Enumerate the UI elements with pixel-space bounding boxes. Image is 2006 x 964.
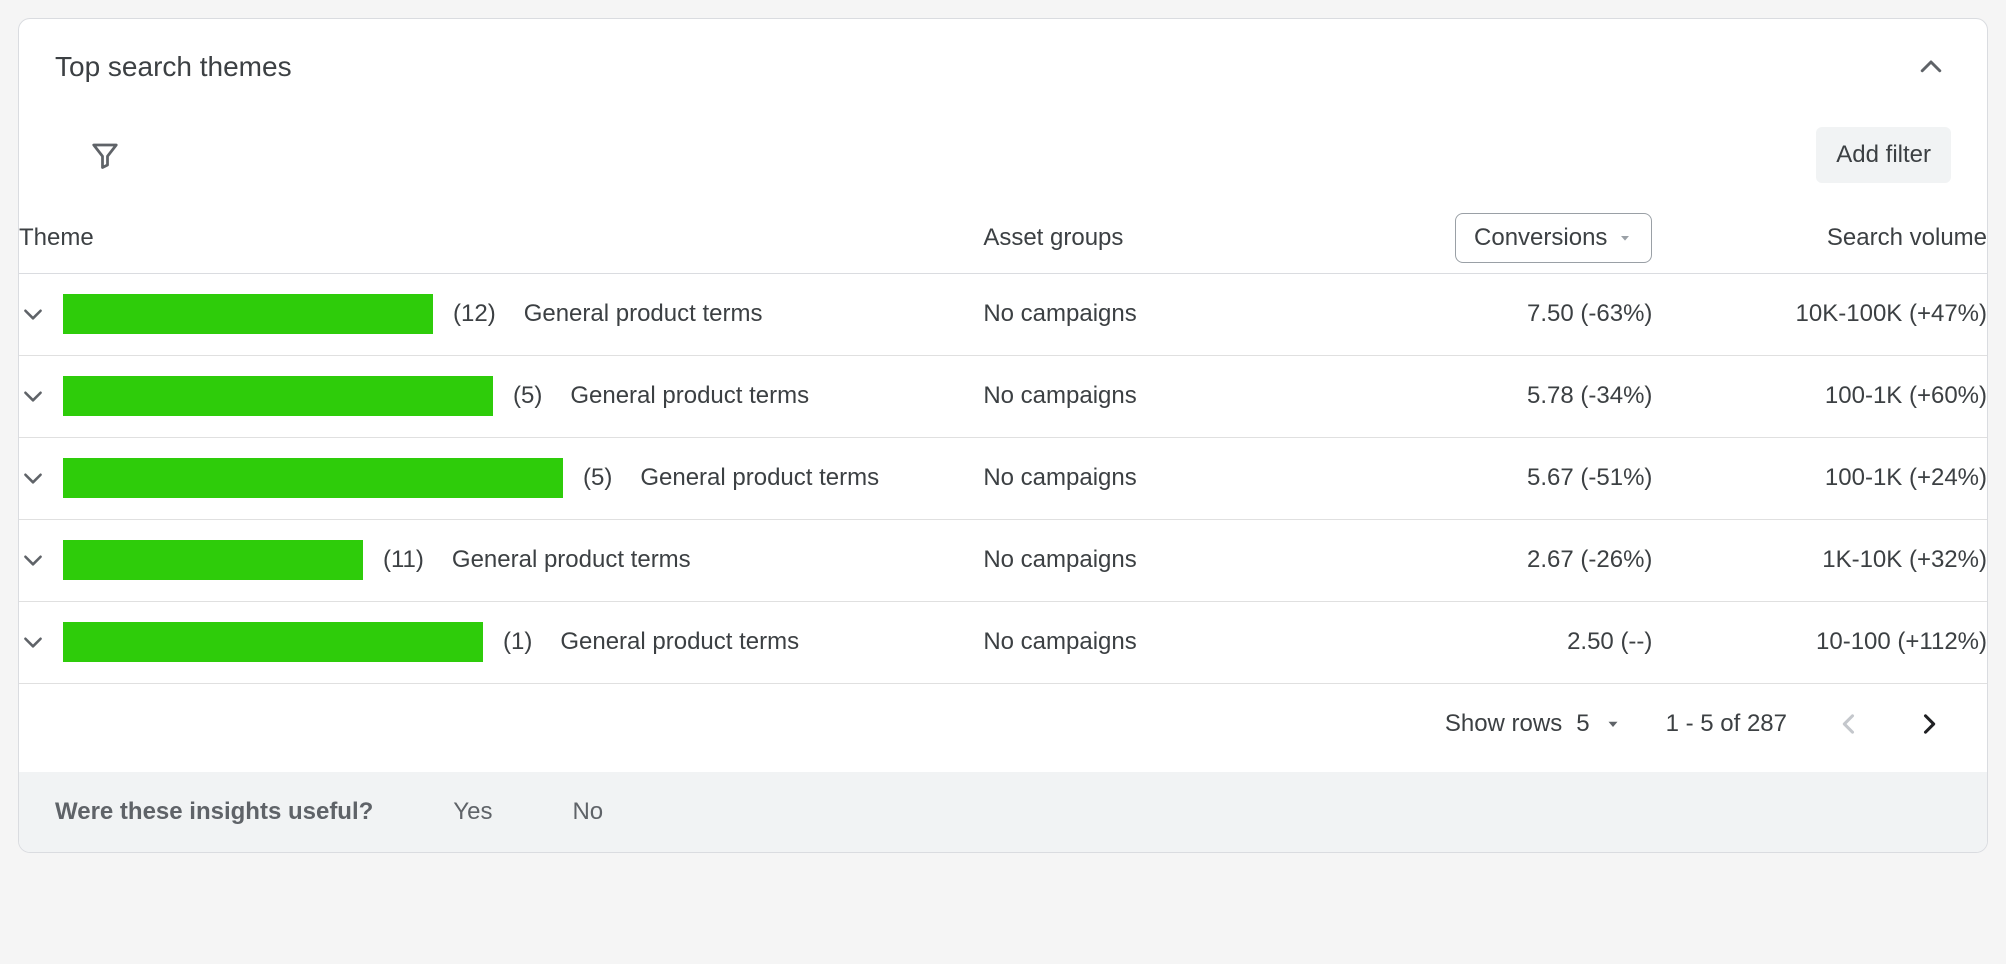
top-search-themes-panel: Top search themes Add filter Theme Asset… [18, 18, 1988, 853]
theme-label: General product terms [560, 628, 799, 656]
conversions-sort-pill[interactable]: Conversions [1455, 213, 1652, 263]
filter-button[interactable] [89, 139, 121, 171]
pagination-bar: Show rows 5 1 - 5 of 287 [19, 684, 1987, 772]
expand-row-button[interactable] [19, 300, 47, 328]
asset-groups-cell: No campaigns [983, 601, 1318, 683]
dropdown-triangle-icon [1604, 715, 1622, 733]
panel-header: Top search themes [19, 19, 1987, 87]
search-volume-cell: 100-1K (+60%) [1652, 355, 1987, 437]
chevron-down-icon [20, 301, 46, 327]
search-volume-cell: 100-1K (+24%) [1652, 437, 1987, 519]
col-header-asset-groups[interactable]: Asset groups [983, 203, 1318, 273]
col-header-theme[interactable]: Theme [19, 203, 983, 273]
theme-bar [63, 376, 493, 416]
table-row: (12) General product terms No campaigns7.5… [19, 273, 1987, 355]
theme-cell: (1) General product terms [19, 601, 983, 683]
search-volume-cell: 10K-100K (+47%) [1652, 273, 1987, 355]
feedback-no[interactable]: No [572, 798, 603, 826]
expand-row-button[interactable] [19, 464, 47, 492]
show-rows-label: Show rows [1445, 710, 1562, 738]
theme-cell: (5) General product terms [19, 437, 983, 519]
expand-row-button[interactable] [19, 546, 47, 574]
expand-row-button[interactable] [19, 382, 47, 410]
theme-label: General product terms [524, 300, 763, 328]
theme-count: (5) [513, 382, 542, 410]
asset-groups-cell: No campaigns [983, 437, 1318, 519]
conversions-cell: 2.50 (--) [1318, 601, 1653, 683]
dropdown-triangle-icon [1617, 230, 1633, 246]
theme-bar [63, 294, 433, 334]
chevron-down-icon [20, 547, 46, 573]
toolbar: Add filter [19, 87, 1987, 203]
theme-cell: (11) General product terms [19, 519, 983, 601]
feedback-yes[interactable]: Yes [453, 798, 492, 826]
theme-cell: (5) General product terms [19, 355, 983, 437]
themes-table: Theme Asset groups Conversions Search vo… [19, 203, 1987, 684]
chevron-down-icon [20, 465, 46, 491]
table-row: (5) General product terms No campaigns5.78… [19, 355, 1987, 437]
asset-groups-cell: No campaigns [983, 355, 1318, 437]
asset-groups-cell: No campaigns [983, 519, 1318, 601]
theme-count: (1) [503, 628, 532, 656]
table-row: (5) General product terms No campaigns5.67… [19, 437, 1987, 519]
conversions-cell: 5.78 (-34%) [1318, 355, 1653, 437]
theme-label: General product terms [570, 382, 809, 410]
chevron-right-icon [1915, 710, 1943, 738]
theme-label: General product terms [452, 546, 691, 574]
feedback-bar: Were these insights useful? Yes No [19, 772, 1987, 852]
table-row: (11) General product terms No campaigns2.6… [19, 519, 1987, 601]
page-range: 1 - 5 of 287 [1666, 710, 1787, 738]
theme-label: General product terms [640, 464, 879, 492]
table-body: (12)General product termsNo campaigns7.5… [19, 273, 1987, 683]
chevron-down-icon [20, 629, 46, 655]
chevron-down-icon [20, 383, 46, 409]
table-header-row: Theme Asset groups Conversions Search vo… [19, 203, 1987, 273]
conversions-cell: 5.67 (-51%) [1318, 437, 1653, 519]
conversions-cell: 2.67 (-26%) [1318, 519, 1653, 601]
col-header-conversions[interactable]: Conversions [1318, 203, 1653, 273]
chevron-left-icon [1835, 710, 1863, 738]
asset-groups-cell: No campaigns [983, 273, 1318, 355]
theme-bar [63, 622, 483, 662]
conversions-cell: 7.50 (-63%) [1318, 273, 1653, 355]
col-header-conversions-label: Conversions [1474, 224, 1607, 252]
expand-row-button[interactable] [19, 628, 47, 656]
add-filter-button[interactable]: Add filter [1816, 127, 1951, 183]
theme-bar [63, 540, 363, 580]
collapse-panel-button[interactable] [1911, 47, 1951, 87]
theme-cell: (12) General product terms [19, 273, 983, 355]
rows-per-page-selector[interactable]: Show rows 5 [1445, 710, 1622, 738]
funnel-icon [90, 140, 120, 170]
panel-title: Top search themes [55, 51, 292, 83]
table-row: (1) General product terms No campaigns2.50… [19, 601, 1987, 683]
prev-page-button[interactable] [1831, 706, 1867, 742]
theme-count: (11) [383, 546, 424, 574]
search-volume-cell: 1K-10K (+32%) [1652, 519, 1987, 601]
feedback-question: Were these insights useful? [55, 798, 373, 826]
col-header-search-volume[interactable]: Search volume [1652, 203, 1987, 273]
theme-count: (12) [453, 300, 496, 328]
chevron-up-icon [1916, 52, 1946, 82]
search-volume-cell: 10-100 (+112%) [1652, 601, 1987, 683]
theme-bar [63, 458, 563, 498]
theme-count: (5) [583, 464, 612, 492]
next-page-button[interactable] [1911, 706, 1947, 742]
page-size-value: 5 [1576, 710, 1589, 738]
